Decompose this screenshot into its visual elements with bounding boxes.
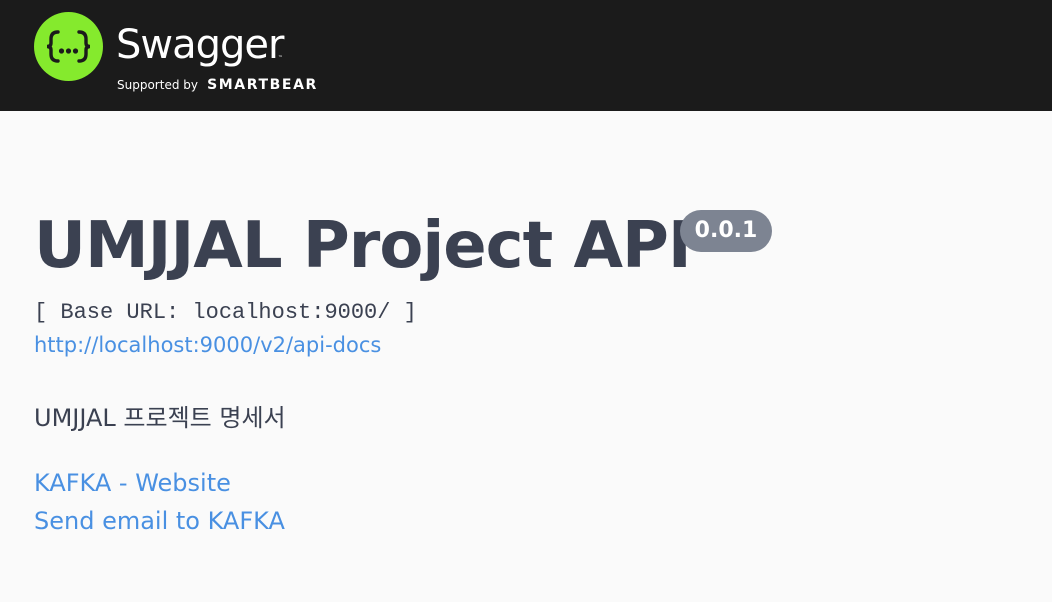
api-docs-link[interactable]: http://localhost:9000/v2/api-docs [34,331,381,359]
version-badge: 0.0.1 [680,210,772,252]
contact-website-link[interactable]: KAFKA - Website [34,465,231,501]
curly-braces-icon [46,30,91,63]
title-row: UMJJAL Project API 0.0.1 [34,200,1034,292]
supported-by-text: Supported by [117,78,198,92]
smartbear-wordmark: SMARTBEAR [207,77,318,93]
api-description: UMJJAL 프로젝트 명세서 [34,404,286,432]
api-title: UMJJAL Project API [34,209,692,283]
trademark-symbol: ™ [278,55,283,61]
supported-by-line: Supported by SMARTBEAR [117,74,318,95]
swagger-brand-title: Swagger [116,22,284,68]
api-info-section: UMJJAL Project API 0.0.1 [ Base URL: loc… [34,200,1034,535]
swagger-logo-icon[interactable] [34,12,103,81]
contact-email-link[interactable]: Send email to KAFKA [34,503,285,539]
topbar: Swagger ™ Supported by SMARTBEAR [0,0,1052,111]
base-url: [ Base URL: localhost:9000/ ] [34,300,417,325]
